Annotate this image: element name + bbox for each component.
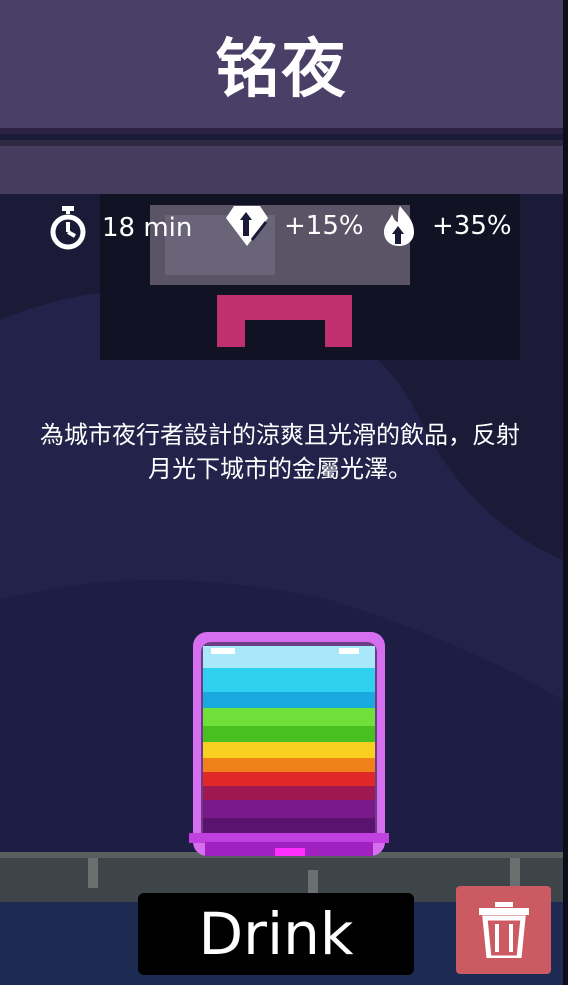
- trash-icon: [478, 902, 529, 958]
- drink-button[interactable]: Drink: [138, 893, 414, 975]
- delete-button[interactable]: [456, 886, 551, 974]
- game-scene: 铭夜 18 min +15% +35% 為城市夜行者設計的涼爽且光滑的飲品，反射…: [0, 0, 568, 985]
- rainbow-drink-glass: [189, 632, 389, 856]
